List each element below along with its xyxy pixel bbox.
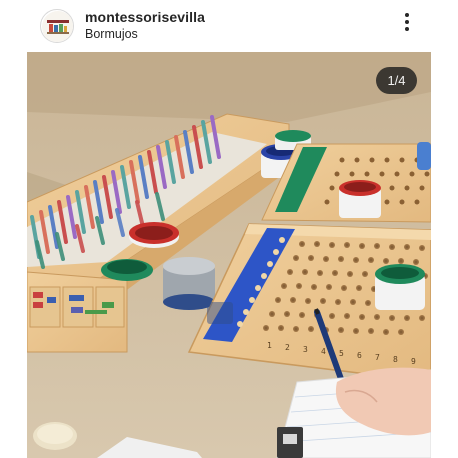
board-number: 6 — [357, 351, 362, 360]
board-number: 4 — [321, 347, 326, 356]
board-number: 2 — [285, 343, 290, 352]
sponge — [33, 422, 77, 450]
bowl-green — [101, 259, 153, 281]
username-link[interactable]: montessorisevilla — [85, 9, 205, 25]
bowl-red-board — [339, 180, 381, 218]
board-number: 5 — [339, 349, 344, 358]
bowl-red — [129, 222, 179, 248]
board-number: 7 — [375, 353, 380, 362]
board-number: 9 — [411, 357, 416, 366]
post-image[interactable]: 1 2 3 4 5 6 7 8 9 — [27, 52, 431, 458]
board-number: 3 — [303, 345, 308, 354]
profile-avatar[interactable] — [40, 9, 74, 43]
more-vertical-icon[interactable] — [396, 10, 418, 40]
board-number: 1 — [267, 341, 272, 350]
board-number: 8 — [393, 355, 398, 364]
location-link[interactable]: Bormujos — [85, 27, 138, 41]
media-counter-badge: 1/4 — [376, 67, 417, 94]
bowl-silver — [163, 257, 215, 310]
avatar-image — [42, 11, 73, 42]
post-header: montessorisevilla Bormujos — [0, 0, 458, 52]
montessori-materials-photo: 1 2 3 4 5 6 7 8 9 — [27, 52, 431, 458]
bowl-green-right — [375, 264, 425, 310]
counting-tray — [27, 271, 128, 353]
clip-board — [277, 427, 303, 458]
